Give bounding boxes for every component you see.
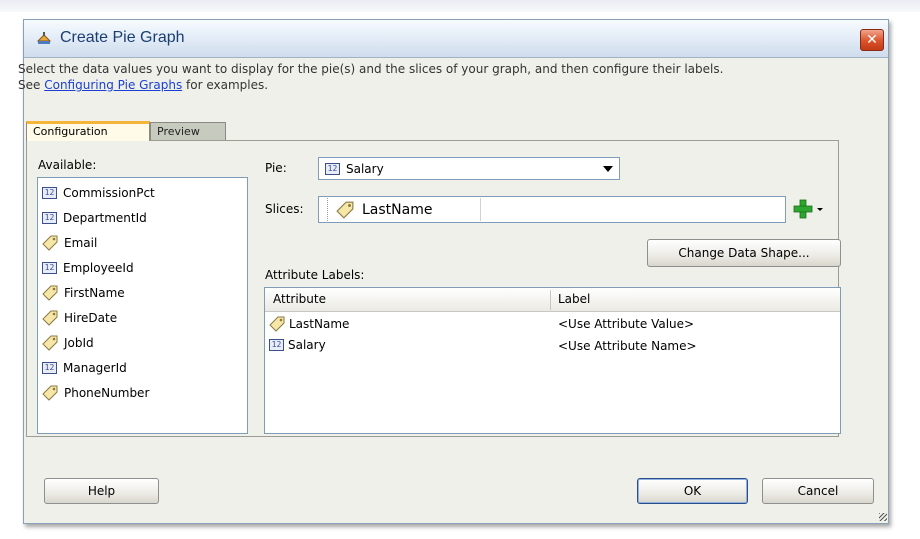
configuring-pie-graphs-link[interactable]: Configuring Pie Graphs — [44, 78, 182, 92]
label-cell[interactable]: <Use Attribute Name> — [558, 339, 697, 353]
number-attribute-icon: 12 — [42, 212, 57, 224]
slice-chip-lastname[interactable]: LastName — [327, 198, 481, 221]
list-item-first-name[interactable]: FirstName — [42, 283, 125, 303]
attribute-name: LastName — [289, 317, 350, 331]
close-button[interactable]: ✕ — [860, 29, 884, 51]
tag-attribute-icon — [336, 201, 354, 219]
tab-configuration[interactable]: Configuration — [26, 121, 150, 141]
attribute-name: Salary — [288, 338, 326, 352]
attribute-cell: LastName — [269, 316, 349, 332]
list-item-email[interactable]: Email — [42, 233, 97, 253]
tag-attribute-icon — [42, 285, 58, 301]
list-item-label: CommissionPct — [63, 186, 155, 200]
list-item-job-id[interactable]: JobId — [42, 333, 94, 353]
available-attributes-list[interactable]: 12 CommissionPct 12 DepartmentId Email 1… — [37, 177, 248, 434]
resize-grip[interactable] — [879, 513, 887, 521]
ok-button[interactable]: OK — [637, 478, 748, 504]
tab-preview-label: Preview — [157, 125, 200, 138]
list-item-label: JobId — [64, 336, 94, 350]
instruction-after: for examples. — [186, 78, 269, 92]
slice-chip-label: LastName — [362, 201, 433, 218]
table-row[interactable]: LastName <Use Attribute Value> — [265, 314, 840, 334]
column-header-attribute[interactable]: Attribute — [273, 292, 326, 306]
tag-attribute-icon — [42, 310, 58, 326]
instruction-see: See — [18, 78, 41, 92]
list-item-label: EmployeeId — [63, 261, 134, 275]
list-item-label: Email — [64, 236, 98, 250]
list-item-commission-pct[interactable]: 12 CommissionPct — [42, 183, 155, 203]
list-item-label: DepartmentId — [63, 211, 147, 225]
label-cell[interactable]: <Use Attribute Value> — [558, 317, 694, 331]
pie-dropdown[interactable]: 12 Salary — [318, 157, 620, 180]
number-attribute-icon: 12 — [42, 262, 57, 274]
tab-configuration-label: Configuration — [33, 125, 108, 138]
list-item-label: ManagerId — [63, 361, 127, 375]
list-item-employee-id[interactable]: 12 EmployeeId — [42, 258, 134, 278]
background-window-strip — [0, 0, 920, 12]
add-slice-button[interactable] — [793, 198, 833, 220]
instruction-line-1: Select the data values you want to displ… — [18, 62, 724, 76]
list-item-label: HireDate — [64, 311, 118, 325]
list-item-label: PhoneNumber — [64, 386, 150, 400]
slices-field[interactable]: LastName — [318, 196, 786, 223]
pie-selected-value: Salary — [346, 161, 384, 176]
tag-attribute-icon — [269, 316, 285, 332]
list-item-department-id[interactable]: 12 DepartmentId — [42, 208, 147, 228]
instructions-text: Select the data values you want to displ… — [18, 61, 848, 93]
title-bar[interactable]: Create Pie Graph ✕ — [24, 20, 888, 58]
attribute-labels-table[interactable]: Attribute Label LastName <Use Attribute … — [264, 287, 841, 434]
tag-attribute-icon — [42, 335, 58, 351]
attribute-cell: 12 Salary — [269, 338, 326, 352]
number-attribute-icon: 12 — [269, 339, 284, 351]
instruction-line-2: See Configuring Pie Graphs for examples. — [18, 77, 848, 93]
available-label: Available: — [38, 158, 97, 172]
pie-graph-icon — [36, 32, 52, 44]
change-data-shape-button[interactable]: Change Data Shape... — [647, 239, 841, 267]
close-icon: ✕ — [866, 32, 878, 48]
list-item-phone-number[interactable]: PhoneNumber — [42, 383, 149, 403]
number-attribute-icon: 12 — [325, 162, 340, 175]
column-divider[interactable] — [550, 290, 551, 310]
number-attribute-icon: 12 — [42, 362, 57, 374]
number-attribute-icon: 12 — [42, 187, 57, 199]
attribute-labels-label: Attribute Labels: — [265, 268, 365, 282]
cancel-button[interactable]: Cancel — [762, 478, 874, 504]
plus-icon — [793, 199, 813, 219]
pie-label: Pie: — [265, 161, 287, 175]
list-item-hire-date[interactable]: HireDate — [42, 308, 117, 328]
table-row[interactable]: 12 Salary <Use Attribute Name> — [265, 336, 840, 356]
table-header: Attribute Label — [265, 288, 840, 312]
tag-attribute-icon — [42, 235, 58, 251]
chevron-down-icon — [817, 208, 823, 211]
chevron-down-icon[interactable] — [603, 166, 613, 172]
dialog-title: Create Pie Graph — [60, 29, 185, 46]
list-item-manager-id[interactable]: 12 ManagerId — [42, 358, 127, 378]
tag-attribute-icon — [42, 385, 58, 401]
tab-preview[interactable]: Preview — [150, 122, 226, 141]
list-item-label: FirstName — [64, 286, 125, 300]
column-header-label[interactable]: Label — [558, 292, 590, 306]
slices-label: Slices: — [265, 202, 304, 216]
help-button[interactable]: Help — [44, 478, 159, 504]
